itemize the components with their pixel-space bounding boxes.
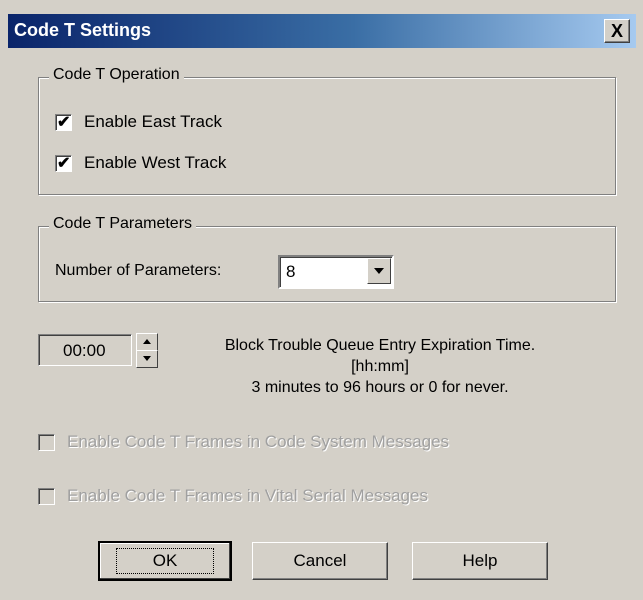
chevron-down-icon[interactable]: [367, 258, 391, 284]
west-track-label: Enable West Track: [84, 153, 227, 172]
cancel-button-label: Cancel: [293, 551, 347, 570]
expiration-time-input[interactable]: 00:00: [38, 334, 132, 366]
operation-group-legend: Code T Operation: [49, 66, 184, 84]
spin-down-icon[interactable]: [136, 350, 158, 368]
code-system-frames-label: Enable Code T Frames in Code System Mess…: [67, 432, 450, 451]
expiration-description: Block Trouble Queue Entry Expiration Tim…: [180, 335, 580, 398]
number-of-parameters-value: 8: [286, 262, 296, 281]
code-t-settings-dialog: Code T Settings X Code T Operation ✔ Ena…: [0, 0, 643, 600]
ok-button-label: OK: [115, 548, 215, 574]
ok-button[interactable]: OK: [98, 541, 232, 581]
east-track-label: Enable East Track: [84, 112, 222, 131]
check-icon: ✔: [57, 154, 71, 172]
number-of-parameters-label: Number of Parameters:: [55, 262, 222, 279]
code-system-frames-checkbox-box[interactable]: [38, 433, 55, 451]
check-icon: ✔: [57, 113, 71, 131]
close-icon: X: [610, 21, 623, 41]
cancel-button[interactable]: Cancel: [252, 542, 388, 580]
title-bar[interactable]: Code T Settings X: [8, 14, 636, 48]
expiration-description-line1: Block Trouble Queue Entry Expiration Tim…: [224, 337, 536, 354]
expiration-description-line3: 3 minutes to 96 hours or 0 for never.: [251, 379, 509, 396]
help-button-label: Help: [462, 551, 498, 570]
dialog-title: Code T Settings: [14, 20, 152, 40]
spin-up-icon[interactable]: [136, 333, 158, 351]
vital-serial-frames-label: Enable Code T Frames in Vital Serial Mes…: [67, 486, 428, 505]
vital-serial-frames-checkbox[interactable]: Enable Code T Frames in Vital Serial Mes…: [38, 486, 428, 506]
enable-east-track-checkbox[interactable]: ✔ Enable East Track: [55, 112, 222, 132]
vital-serial-frames-checkbox-box[interactable]: [38, 487, 55, 505]
enable-west-track-checkbox[interactable]: ✔ Enable West Track: [55, 153, 226, 173]
number-of-parameters-select[interactable]: 8: [278, 255, 394, 289]
expiration-time-value: 00:00: [63, 341, 106, 360]
close-button[interactable]: X: [604, 19, 630, 43]
help-button[interactable]: Help: [412, 542, 548, 580]
operation-group: Code T Operation: [38, 66, 616, 195]
expiration-description-line2: [hh:mm]: [351, 358, 409, 375]
west-track-checkbox-box[interactable]: ✔: [55, 154, 72, 172]
code-system-frames-checkbox[interactable]: Enable Code T Frames in Code System Mess…: [38, 432, 449, 452]
parameters-group-legend: Code T Parameters: [49, 215, 197, 233]
east-track-checkbox-box[interactable]: ✔: [55, 113, 72, 131]
